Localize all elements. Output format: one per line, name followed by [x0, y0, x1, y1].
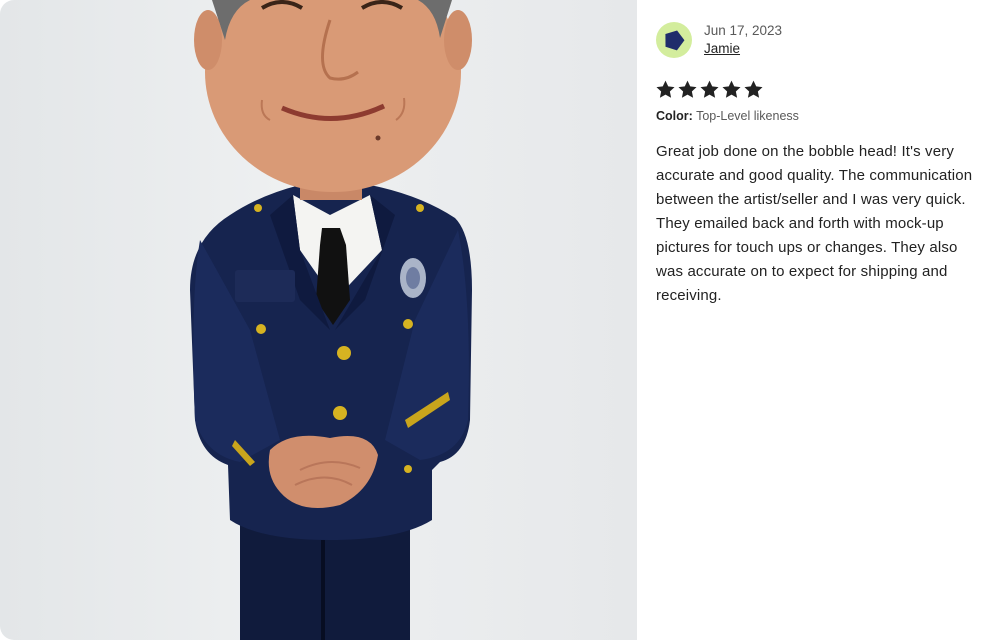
- star-icon: [722, 80, 741, 98]
- variation-label: Color:: [656, 109, 693, 123]
- review-text: Great job done on the bobble head! It's …: [656, 143, 973, 304]
- reviewer-name-link[interactable]: Jamie: [704, 41, 740, 56]
- pentagon-avatar-icon: [665, 30, 685, 51]
- reviewer-avatar[interactable]: [656, 22, 692, 58]
- review-panel: Jun 17, 2023 Jamie Color: Top-Level like…: [637, 0, 998, 640]
- star-icon: [700, 80, 719, 98]
- variation-value: Top-Level likeness: [696, 109, 799, 123]
- review-modal: Jun 17, 2023 Jamie Color: Top-Level like…: [0, 0, 998, 640]
- bobblehead-figure-image: [190, 0, 472, 640]
- star-icon: [678, 80, 697, 98]
- review-photo[interactable]: [0, 0, 637, 640]
- star-rating: [655, 79, 764, 100]
- star-icon: [744, 80, 763, 98]
- variation-info: Color: Top-Level likeness: [656, 109, 799, 123]
- star-icon: [656, 80, 675, 98]
- review-date: Jun 17, 2023: [704, 23, 783, 38]
